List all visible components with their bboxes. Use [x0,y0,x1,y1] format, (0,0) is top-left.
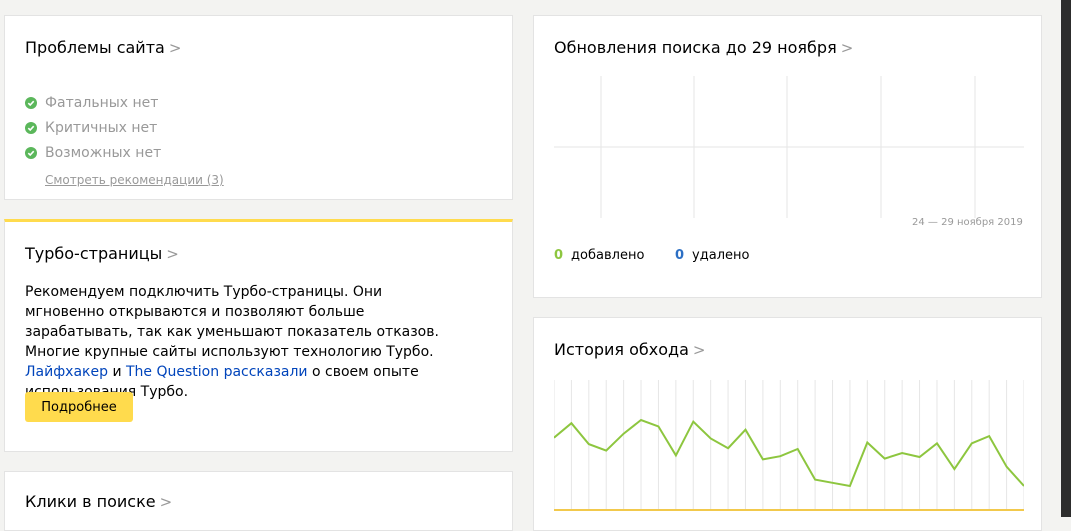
clicks-title-text[interactable]: Клики в поиске [25,492,156,511]
crawl-history-title-text[interactable]: История обхода [554,340,689,359]
chevron-right-icon: > [159,493,173,511]
chevron-right-icon: > [692,341,706,359]
removed-label: удалено [692,248,750,263]
problems-title-text[interactable]: Проблемы сайта [25,38,165,57]
list-item: Возможных нет [25,140,161,165]
added-count: 0 [554,248,564,263]
added-label: добавлено [571,248,645,263]
problem-fatal-label: Фатальных нет [45,94,159,111]
chevron-right-icon: > [166,245,179,263]
search-updates-title[interactable]: Обновления поиска до 29 ноября > [554,38,853,57]
date-range-label: 24 — 29 ноября 2019 [912,217,1023,228]
crawl-history-title[interactable]: История обхода > [554,340,706,359]
added-stat: 0 добавлено [554,248,644,263]
turbo-title[interactable]: Турбо-страницы > [25,244,179,263]
crawl-history-chart [554,380,1024,511]
problems-card: Проблемы сайта > Фатальных нет Критичных … [4,15,513,200]
removed-count: 0 [675,248,685,263]
chevron-right-icon: > [168,39,182,57]
chevron-right-icon: > [840,39,854,57]
problem-possible-label: Возможных нет [45,144,162,161]
series-line [554,418,1024,488]
turbo-description: Рекомендуем подключить Турбо-страницы. О… [25,282,465,402]
problems-title[interactable]: Проблемы сайта > [25,38,181,57]
check-icon [25,121,37,134]
turbo-card: Турбо-страницы > Рекомендуем подключить Т… [4,219,513,452]
turbo-text-1: Рекомендуем подключить Турбо-страницы. О… [25,284,439,360]
turbo-title-text[interactable]: Турбо-страницы [25,244,162,263]
search-updates-card: Обновления поиска до 29 ноября > 24 — 29 … [533,15,1042,298]
recommendations-link[interactable]: Смотреть рекомендации (3) [45,173,224,187]
check-icon [25,146,37,159]
search-updates-chart [554,76,1024,218]
more-button[interactable]: Подробнее [25,392,133,422]
clicks-card: Клики в поиске > [4,471,513,531]
the-question-link[interactable]: The Question [126,364,219,380]
scrollbar[interactable] [1061,0,1071,517]
list-item: Критичных нет [25,115,161,140]
told-link[interactable]: рассказали [224,364,308,380]
crawl-history-card: История обхода > [533,317,1042,531]
search-updates-title-text[interactable]: Обновления поиска до 29 ноября [554,38,837,57]
problem-critical-label: Критичных нет [45,119,158,136]
removed-stat: 0 удалено [675,248,749,263]
turbo-text-2: и [108,364,126,380]
clicks-title[interactable]: Клики в поиске > [25,492,172,511]
list-item: Фатальных нет [25,90,161,115]
problems-list: Фатальных нет Критичных нет Возможных не… [25,90,161,165]
lifehacker-link[interactable]: Лайфхакер [25,364,108,380]
check-icon [25,96,37,109]
